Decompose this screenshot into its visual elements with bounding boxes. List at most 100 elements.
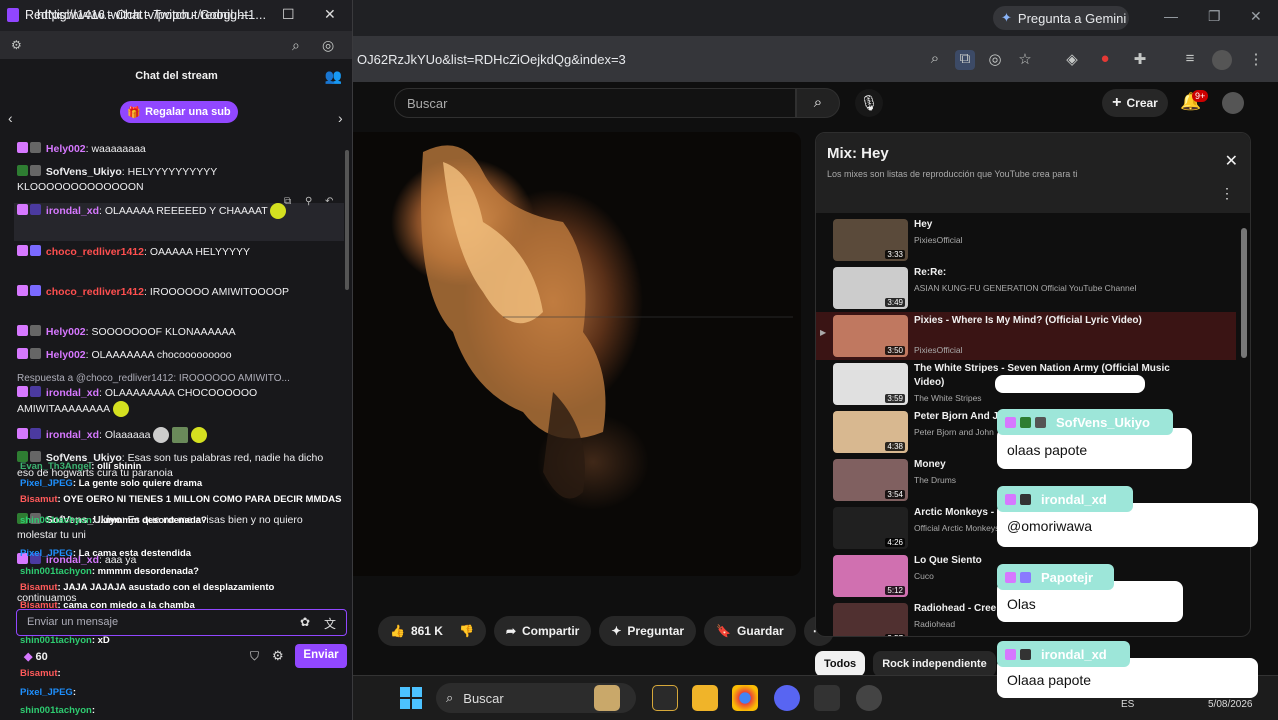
ask-button[interactable]: ✦ Preguntar — [599, 616, 697, 646]
create-button[interactable]: + Crear — [1102, 89, 1168, 117]
pin-icon[interactable]: ⚲ — [305, 196, 312, 207]
chat-message[interactable]: irondal_xd: Olaaaaaa — [17, 427, 337, 443]
chat-username[interactable]: irondal_xd — [46, 429, 99, 441]
channel-name[interactable]: The Drums — [914, 475, 956, 485]
emote-icon[interactable]: ✿ — [300, 615, 310, 629]
video-thumbnail[interactable]: 3:33 — [833, 219, 908, 261]
close-icon[interactable]: ✕ — [324, 6, 336, 23]
puzzle-icon[interactable]: ✚ — [1130, 50, 1150, 70]
maximize-icon[interactable]: ☐ — [282, 6, 295, 23]
send-button[interactable]: Enviar — [295, 644, 347, 668]
reply-icon[interactable]: ↶ — [325, 196, 333, 207]
app-icon[interactable] — [652, 685, 678, 711]
chat-username[interactable]: SofVens_Ukiyo — [46, 166, 122, 178]
playlist-item[interactable]: ▶ 3:50 Pixies - Where Is My Mind? (Officia… — [816, 312, 1236, 360]
eye-off-icon[interactable]: ◎ — [322, 37, 334, 54]
share-button[interactable]: ➦ Compartir — [493, 616, 592, 646]
chat-username[interactable]: irondal_xd — [46, 387, 99, 399]
chat-message[interactable]: choco_redliver1412: OAAAAA HELYYYYY — [17, 245, 337, 260]
menu-icon[interactable]: ⋮ — [1246, 50, 1266, 70]
channel-name[interactable]: Radiohead — [914, 619, 955, 629]
video-title[interactable]: Hey — [914, 218, 1184, 232]
chat-input[interactable]: Enviar un mensaje — [16, 609, 347, 636]
video-thumbnail[interactable]: 4:26 — [833, 507, 908, 549]
chip-indie-rock[interactable]: Rock independiente — [873, 651, 996, 677]
chat-username[interactable]: Hely002 — [46, 349, 86, 361]
channel-name[interactable]: Peter Bjorn and John — [914, 427, 994, 437]
video-thumbnail[interactable]: 3:49 — [833, 267, 908, 309]
gemini-button[interactable]: ✦ Pregunta a Gemini — [993, 6, 1129, 30]
record-extension-icon[interactable]: ● — [1095, 50, 1115, 70]
address-bar-url[interactable]: OJ62RzJkYUo&list=RDHcZiOejkdQg&index=3 — [357, 52, 626, 67]
dislike-icon[interactable]: 👎 — [459, 624, 474, 638]
chat-message[interactable]: choco_redliver1412: IROOOOOO AMIWITOOOOP — [17, 285, 337, 300]
channel-name[interactable]: PixiesOfficial — [914, 345, 963, 355]
file-explorer-icon[interactable] — [692, 685, 718, 711]
scrollbar[interactable] — [1241, 228, 1247, 358]
gift-sub-button[interactable]: 🎁 Regalar una sub — [120, 101, 238, 123]
profile-avatar[interactable] — [1212, 50, 1232, 70]
maximize-icon[interactable]: ❐ — [1208, 8, 1221, 25]
site-settings-icon[interactable]: ⚙ — [11, 38, 22, 52]
media-icon[interactable]: ≡ — [1180, 50, 1200, 70]
chevron-right-icon[interactable]: › — [338, 110, 343, 126]
chevron-left-icon[interactable]: ‹ — [8, 110, 13, 126]
chat-username[interactable]: Hely002 — [46, 143, 86, 155]
playlist-item[interactable]: 3:49 Re:Re: ASIAN KUNG-FU GENERATION Offic… — [816, 264, 1236, 312]
chat-message[interactable]: Hely002: waaaaaaaa — [17, 142, 337, 157]
install-icon[interactable]: ⧉ — [955, 50, 975, 70]
chrome-icon[interactable] — [732, 685, 758, 711]
shield-icon[interactable]: ⛉ — [250, 649, 259, 664]
popup-url[interactable]: https://www.twitch.tv/popout/rednight1..… — [37, 7, 266, 22]
gear-icon[interactable]: ⚙ — [272, 648, 284, 664]
chat-message[interactable]: irondal_xd: OLAAAAAAAA CHOCOOOOOO AMIWIT… — [17, 386, 337, 417]
video-thumbnail[interactable]: 3:50 — [833, 315, 908, 357]
windows-start-icon[interactable] — [399, 686, 423, 710]
app-icon-2[interactable] — [856, 685, 882, 711]
close-icon[interactable]: ✕ — [1225, 151, 1238, 171]
copy-icon[interactable]: ⧉ — [284, 196, 291, 207]
zoom-icon[interactable]: ⌕ — [292, 37, 300, 54]
bookmark-star-icon[interactable]: ☆ — [1015, 50, 1035, 70]
close-icon[interactable]: ✕ — [1250, 8, 1262, 25]
video-thumbnail[interactable]: 5:12 — [833, 555, 908, 597]
epic-games-icon[interactable] — [814, 685, 840, 711]
chat-message-hovered[interactable]: irondal_xd: OLAAAAA REEEEED Y CHAAAAT — [14, 203, 344, 241]
video-thumbnail[interactable]: 3:57 — [833, 603, 908, 636]
video-thumbnail[interactable]: 3:54 — [833, 459, 908, 501]
eye-off-icon[interactable]: ◎ — [985, 50, 1005, 70]
chat-username[interactable]: irondal_xd — [46, 205, 99, 217]
search-button[interactable]: ⌕ — [796, 88, 840, 118]
discord-icon[interactable] — [774, 685, 800, 711]
playlist-item[interactable]: 3:33 Hey PixiesOfficial — [816, 216, 1236, 264]
translate-icon[interactable]: 文 — [324, 615, 336, 632]
chip-all[interactable]: Todos — [815, 651, 866, 677]
save-button[interactable]: 🔖 Guardar — [704, 616, 796, 646]
language-indicator[interactable]: ES — [1121, 699, 1134, 710]
video-player[interactable] — [353, 132, 801, 576]
chat-username[interactable]: choco_redliver1412 — [46, 286, 144, 298]
chat-message[interactable]: SofVens_Ukiyo: HELYYYYYYYYYY KLOOOOOOOOO… — [17, 165, 337, 195]
channel-points[interactable]: ◆ 60 — [24, 650, 48, 663]
channel-name[interactable]: The White Stripes — [914, 393, 982, 403]
video-title[interactable]: Pixies - Where Is My Mind? (Official Lyr… — [914, 314, 1184, 328]
chat-message[interactable]: Hely002: OLAAAAAAA chocooooooooo — [17, 348, 337, 363]
channel-name[interactable]: Cuco — [914, 571, 934, 581]
video-thumbnail[interactable]: 4:38 — [833, 411, 908, 453]
video-title[interactable]: Re:Re: — [914, 266, 1184, 280]
video-thumbnail[interactable]: 3:59 — [833, 363, 908, 405]
minimize-icon[interactable]: — — [1164, 8, 1178, 24]
extension-icon[interactable]: ◈ — [1062, 50, 1082, 70]
chat-username[interactable]: Hely002 — [46, 326, 86, 338]
community-icon[interactable]: 👥 — [325, 68, 342, 85]
channel-name[interactable]: PixiesOfficial — [914, 235, 963, 245]
more-vert-icon[interactable]: ⋮ — [1220, 185, 1234, 202]
clock-date[interactable]: 5/08/2026 — [1208, 699, 1253, 710]
search-input[interactable]: Buscar — [394, 88, 796, 118]
channel-name[interactable]: ASIAN KUNG-FU GENERATION Official YouTub… — [914, 283, 1136, 293]
channel-name[interactable]: Official Arctic Monkeys — [914, 523, 999, 533]
chat-username[interactable]: choco_redliver1412 — [46, 246, 144, 258]
zoom-icon[interactable]: ⌕ — [925, 50, 945, 70]
chat-message[interactable]: Hely002: SOOOOOOOF KLONAAAAAA — [17, 325, 337, 340]
scrollbar[interactable] — [345, 150, 349, 290]
